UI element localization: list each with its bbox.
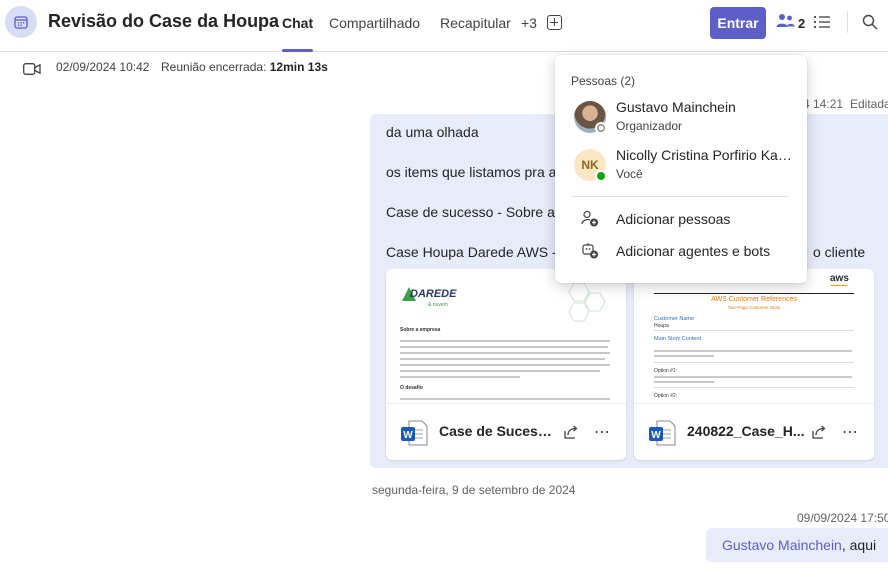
header-divider <box>847 11 848 33</box>
popover-title: Pessoas (2) <box>571 74 636 88</box>
status-offline-icon <box>595 122 607 134</box>
more-options-icon[interactable]: ⋯ <box>594 422 611 442</box>
attachment-footer: W 240822_Case_H... ⋯ <box>634 404 874 460</box>
participant-role: Você <box>616 167 643 181</box>
people-count: 2 <box>798 15 806 31</box>
meeting-duration: 12min 13s <box>269 60 328 74</box>
message-timestamp: 09/09/2024 17:50 <box>797 511 888 525</box>
share-icon[interactable] <box>811 424 827 445</box>
message-line: da uma olhada <box>386 124 479 140</box>
tab-chat[interactable]: Chat <box>282 15 313 31</box>
participant-item[interactable]: NK Nicolly Cristina Porfirio Kas... Você <box>555 145 807 189</box>
participant-item[interactable]: Gustavo Mainchein Organizador <box>555 97 807 141</box>
edited-label: Editada <box>850 97 888 111</box>
preview-heading: Sobre a empresa <box>400 327 441 333</box>
word-document-icon: W <box>648 420 676 446</box>
attachment-footer: W Case de Sucesso... ⋯ <box>386 404 626 460</box>
preview-logo: aws <box>830 273 849 284</box>
preview-subtitle: Two-Page Customer Story <box>727 305 781 310</box>
page-title: Revisão do Case da Houpa <box>48 11 280 31</box>
search-icon[interactable] <box>862 14 878 35</box>
meeting-status: Reunião encerrada: 12min 13s <box>161 60 328 74</box>
participant-name: Gustavo Mainchein <box>616 99 736 115</box>
message-line: os items que listamos pra a <box>386 164 557 180</box>
preview-option: Option #2: <box>654 393 678 399</box>
status-available-icon <box>595 170 607 182</box>
participant-role: Organizador <box>616 119 683 133</box>
share-icon[interactable] <box>563 424 579 445</box>
hexagon-decoration <box>568 282 606 322</box>
join-button[interactable]: Entrar <box>710 7 766 39</box>
popover-divider <box>571 196 789 197</box>
attachment-name[interactable]: 240822_Case_H... <box>687 423 807 439</box>
message-line: o cliente <box>813 244 866 260</box>
tab-compartilhado[interactable]: Compartilhado <box>329 15 420 31</box>
more-options-icon[interactable]: ⋯ <box>842 422 859 442</box>
preview-logo: DAREDE <box>410 288 457 300</box>
svg-text:W: W <box>403 430 413 441</box>
add-people-button[interactable]: Adicionar pessoas <box>555 205 807 233</box>
action-label: Adicionar pessoas <box>616 211 731 227</box>
add-tab-icon[interactable] <box>547 15 562 30</box>
video-camera-icon <box>23 62 41 80</box>
attachment-card[interactable]: aws AWS Customer References Two-Page Cus… <box>634 269 874 460</box>
svg-text:W: W <box>651 430 661 441</box>
meeting-header: Revisão do Case da Houpa Chat Compartilh… <box>0 0 888 52</box>
word-document-icon: W <box>400 420 428 446</box>
preview-option: Option #1: <box>654 368 678 374</box>
action-label: Adicionar agentes e bots <box>616 243 771 259</box>
document-preview[interactable]: DAREDE & nuvem Sobre a empresa O desafio <box>386 269 626 404</box>
aws-smile-icon <box>830 284 848 286</box>
preview-field: Customer Name <box>654 316 695 322</box>
preview-field: Main Story Content <box>654 336 702 342</box>
message-timestamp: 4 14:21 <box>803 97 844 111</box>
preview-heading: O desafio <box>400 385 423 391</box>
preview-title: AWS Customer References <box>711 296 797 303</box>
message-line: Case de sucesso - Sobre a e <box>386 204 567 220</box>
document-preview[interactable]: aws AWS Customer References Two-Page Cus… <box>634 269 874 404</box>
tab-more[interactable]: +3 <box>521 15 537 31</box>
add-person-icon <box>581 210 599 233</box>
participant-name: Nicolly Cristina Porfirio Kas... <box>616 147 796 163</box>
mention-link[interactable]: Gustavo Mainchein <box>722 537 842 553</box>
tab-recapitular[interactable]: Recapitular <box>440 15 511 31</box>
add-bot-icon <box>581 242 599 265</box>
people-icon <box>776 13 795 34</box>
date-separator: segunda-feira, 9 de setembro de 2024 <box>372 483 576 497</box>
attachment-name[interactable]: Case de Sucesso... <box>439 423 559 439</box>
list-icon[interactable] <box>813 14 831 35</box>
meeting-date: 02/09/2024 10:42 <box>56 60 150 74</box>
people-button[interactable]: 2 <box>776 12 805 34</box>
attachment-card[interactable]: DAREDE & nuvem Sobre a empresa O desafio… <box>386 269 626 460</box>
preview-logo-sub: & nuvem <box>428 302 448 308</box>
calendar-icon <box>5 6 37 38</box>
preview-value: Houpa <box>654 323 669 329</box>
message-line: Case Houpa Darede AWS - <box>386 244 557 260</box>
message-text: Gustavo Mainchein, aqui <box>722 537 877 553</box>
add-agents-bots-button[interactable]: Adicionar agentes e bots <box>555 237 807 265</box>
people-popover: Pessoas (2) Gustavo Mainchein Organizado… <box>555 55 807 283</box>
